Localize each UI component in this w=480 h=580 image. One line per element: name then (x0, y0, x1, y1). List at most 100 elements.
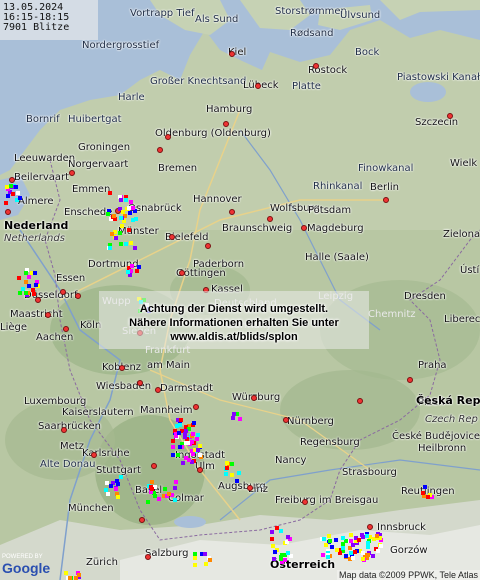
place-label: Bremen (158, 163, 198, 174)
place-label: Bock (355, 47, 380, 58)
lightning-strike (365, 534, 369, 538)
place-label: Harle (118, 92, 145, 103)
place-label: Mannheim (140, 405, 193, 416)
city-marker (197, 467, 203, 473)
lightning-strike (324, 543, 328, 547)
lightning-strike (335, 548, 339, 552)
place-label: Zürich (86, 557, 118, 568)
lightning-strike (351, 556, 355, 560)
lightning-strike (286, 551, 290, 555)
place-label: Potsdam (308, 205, 352, 216)
lightning-strike (225, 461, 229, 465)
lightning-strike (334, 538, 338, 542)
place-label: Platte (292, 81, 321, 92)
lightning-strike (120, 224, 124, 228)
lightning-strike (328, 539, 332, 543)
place-label: Wielk (450, 158, 478, 169)
place-label: České Budějovice (392, 431, 480, 442)
place-label: Regensburg (300, 437, 360, 448)
lightning-strike (184, 441, 188, 445)
lightning-strike (135, 269, 139, 273)
lightning-strike (4, 201, 8, 205)
city-marker (9, 177, 15, 183)
lightning-strike (167, 492, 171, 496)
place-label: Huibertgat (68, 114, 122, 125)
lightning-strike (322, 537, 326, 541)
place-label: Münster (118, 226, 159, 237)
city-marker (283, 417, 289, 423)
lightning-strike (190, 440, 194, 444)
lightning-strike (11, 192, 15, 196)
lightning-strike (191, 452, 195, 456)
lightning-strike (112, 214, 116, 218)
city-marker (407, 377, 413, 383)
lightning-map[interactable]: 13.05.2024 16:15-18:15 7901 Blitze Vortr… (0, 0, 480, 580)
city-marker (151, 463, 157, 469)
city-marker (447, 113, 453, 119)
lightning-strike (198, 453, 202, 457)
city-marker (205, 243, 211, 249)
lightning-strike (375, 534, 379, 538)
city-marker (139, 517, 145, 523)
lightning-strike (208, 558, 212, 562)
notice-line-1: Achtung der Dienst wird umgestellt. (139, 303, 329, 315)
lightning-strike (196, 448, 200, 452)
place-label: Česká Rep (416, 394, 480, 407)
place-label: Emmen (72, 184, 111, 195)
place-label: Norgervaart (68, 159, 129, 170)
lightning-strike (326, 555, 330, 559)
service-notice: Achtung der Dienst wird umgestellt. Nähe… (99, 291, 369, 349)
lightning-strike (137, 265, 141, 269)
lightning-strike (204, 562, 208, 566)
lightning-strike (230, 473, 234, 477)
place-label: Piastowski Kanał (397, 72, 480, 83)
place-label: Metz (60, 441, 84, 452)
lightning-strike (341, 546, 345, 550)
place-label: Ústí (460, 265, 480, 276)
lightning-strike (128, 211, 132, 215)
lightning-strike (106, 212, 110, 216)
city-marker (165, 134, 171, 140)
lightning-strike (195, 437, 199, 441)
place-label: Vortrapp Tief (130, 8, 195, 19)
city-marker (5, 209, 11, 215)
place-label: Berlin (370, 182, 400, 193)
place-label: Praha (418, 360, 447, 371)
place-label: Essen (56, 273, 86, 284)
lightning-strike (157, 497, 161, 501)
place-label: Liège (0, 322, 28, 333)
city-marker (383, 197, 389, 203)
lightning-strike (321, 553, 325, 557)
lightning-strike (31, 288, 35, 292)
city-marker (229, 209, 235, 215)
lightning-strike (126, 270, 130, 274)
city-marker (247, 485, 253, 491)
lightning-strike (33, 271, 37, 275)
lightning-strike (116, 495, 120, 499)
notice-line-3[interactable]: www.aldis.at/blids/splon (99, 331, 369, 343)
city-marker (255, 83, 261, 89)
city-marker (60, 289, 66, 295)
place-label: Halle (Saale) (305, 252, 369, 263)
google-logo[interactable]: POWERED BY Google (2, 554, 50, 578)
lightning-strike (34, 283, 38, 287)
lightning-strike (18, 291, 22, 295)
city-marker (45, 312, 51, 318)
city-marker (61, 427, 67, 433)
lightning-strike (17, 276, 21, 280)
lightning-strike (379, 544, 383, 548)
place-label: Nordergrosstief (82, 40, 160, 51)
lightning-strike (18, 196, 22, 200)
lightning-strike (191, 432, 195, 436)
city-marker (91, 452, 97, 458)
place-label: München (68, 503, 114, 514)
place-label: Groningen (78, 142, 131, 153)
lightning-strike (426, 495, 430, 499)
place-label: Gorzów (390, 545, 428, 556)
lightning-strike (286, 535, 290, 539)
place-label: Netherlands (4, 233, 65, 244)
place-label: Nancy (275, 455, 307, 466)
lightning-strike (361, 557, 365, 561)
place-label: Dresden (404, 291, 446, 302)
place-label: Czech Rep (425, 414, 478, 425)
